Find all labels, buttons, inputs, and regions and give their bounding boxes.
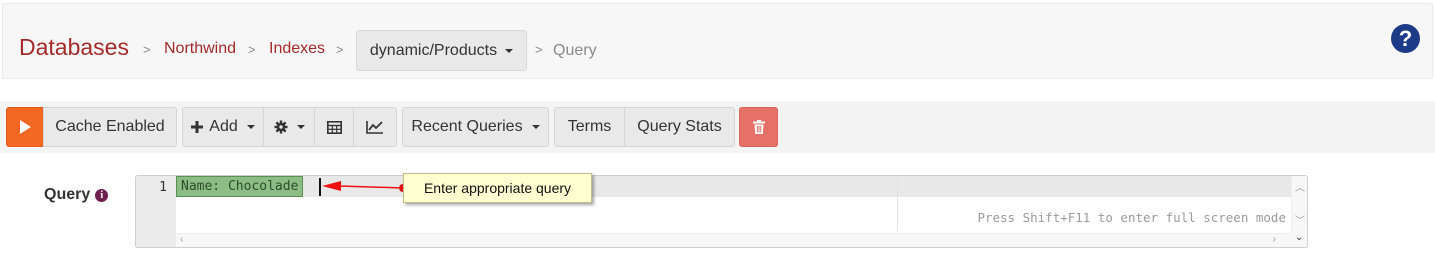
- print-margin: [897, 176, 898, 231]
- text-cursor: [319, 178, 321, 196]
- horizontal-scrollbar[interactable]: ‹ ›: [176, 233, 1292, 247]
- caret-down-icon: [531, 125, 540, 129]
- vertical-scrollbar[interactable]: ︿ ﹀ ⌄: [1291, 176, 1307, 247]
- add-label: Add: [209, 118, 238, 135]
- scroll-right-icon[interactable]: ›: [1273, 234, 1276, 245]
- breadcrumb-indexes[interactable]: Indexes: [269, 40, 325, 58]
- breadcrumb-header: Databases > Northwind > Indexes > dynami…: [2, 3, 1433, 79]
- add-dropdown-button[interactable]: Add: [182, 107, 264, 147]
- chart-view-button[interactable]: [353, 107, 397, 147]
- play-icon: [19, 120, 31, 134]
- query-toolbar: Cache Enabled Add Recent Queries Terms Q…: [0, 101, 1435, 153]
- scroll-down-arrow-icon[interactable]: ⌄: [1295, 232, 1303, 243]
- scroll-down-icon[interactable]: ﹀: [1295, 212, 1305, 227]
- breadcrumb-separator: >: [535, 42, 543, 57]
- annotation-callout: Enter appropriate query: [403, 173, 592, 203]
- recent-queries-dropdown[interactable]: Recent Queries: [402, 107, 549, 147]
- line-chart-icon: [366, 121, 383, 134]
- query-label-text: Query: [44, 186, 91, 203]
- delete-button[interactable]: [739, 107, 778, 147]
- table-view-button[interactable]: [314, 107, 354, 147]
- breadcrumb-separator: >: [143, 42, 151, 57]
- scroll-up-icon[interactable]: ︿: [1295, 179, 1305, 194]
- fullscreen-hint: Press Shift+F11 to enter full screen mod…: [977, 210, 1286, 225]
- active-line-highlight: [176, 176, 1294, 197]
- plus-icon: [191, 121, 204, 133]
- query-label: Query i: [44, 186, 109, 204]
- terms-label: Terms: [567, 118, 612, 135]
- query-stats-button[interactable]: Query Stats: [624, 107, 735, 147]
- breadcrumb-current: Query: [553, 42, 597, 59]
- cache-toggle-button[interactable]: Cache Enabled: [43, 107, 177, 147]
- line-number: 1: [159, 180, 167, 195]
- breadcrumb-separator: >: [248, 42, 256, 57]
- breadcrumb-separator: >: [336, 42, 344, 57]
- breadcrumb-northwind[interactable]: Northwind: [164, 40, 236, 58]
- caret-down-icon: [296, 125, 305, 129]
- editor-gutter: 1: [136, 176, 176, 247]
- query-editor[interactable]: 1 Name: Chocolade Press Shift+F11 to ent…: [135, 175, 1308, 248]
- terms-button[interactable]: Terms: [554, 107, 625, 147]
- caret-down-icon: [505, 48, 514, 53]
- gear-icon: [274, 120, 287, 134]
- run-query-button[interactable]: [6, 107, 44, 147]
- breadcrumb-databases[interactable]: Databases: [19, 34, 129, 61]
- info-circle-icon[interactable]: i: [95, 188, 109, 202]
- trash-icon: [752, 120, 765, 134]
- question-circle-icon[interactable]: ?: [1391, 24, 1420, 53]
- query-stats-label: Query Stats: [637, 118, 722, 135]
- scroll-left-icon[interactable]: ‹: [180, 234, 183, 245]
- settings-dropdown-button[interactable]: [263, 107, 315, 147]
- index-selector-label: dynamic/Products: [369, 41, 498, 59]
- cache-label: Cache Enabled: [55, 118, 165, 135]
- query-text[interactable]: Name: Chocolade: [176, 176, 304, 197]
- index-selector-dropdown[interactable]: dynamic/Products: [356, 30, 527, 71]
- caret-down-icon: [246, 125, 255, 129]
- table-icon: [326, 120, 342, 134]
- recent-queries-label: Recent Queries: [411, 118, 523, 135]
- annotation-text: Enter appropriate query: [423, 180, 572, 196]
